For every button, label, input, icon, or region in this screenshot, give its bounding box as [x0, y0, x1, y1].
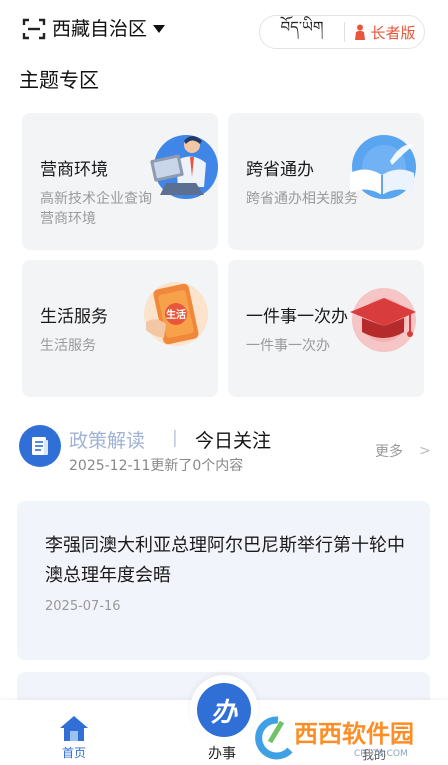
elder-mode-button[interactable]: 长者版: [345, 16, 424, 48]
tab-today-focus[interactable]: 今日关注: [195, 426, 271, 453]
nav-home-label: 首页: [61, 746, 86, 760]
nav-home[interactable]: 首页: [52, 714, 96, 761]
phone-badge-text: 生活: [166, 308, 186, 321]
business-person-icon: [150, 135, 218, 199]
version-switch: བོད་ཡིག 长者版: [259, 15, 425, 49]
chevron-right-icon: >: [419, 443, 431, 459]
policy-doc-icon: [19, 425, 61, 467]
card-title: 跨省通办: [246, 160, 314, 180]
more-link[interactable]: 更多 >: [375, 441, 431, 461]
home-icon: [60, 716, 88, 741]
tab-separator: |: [172, 428, 178, 448]
section-title: 主题专区: [19, 68, 99, 92]
phone-life-icon: 生活: [144, 282, 208, 346]
tibetan-button[interactable]: བོད་ཡིག: [260, 16, 344, 48]
card-title: 营商环境: [40, 160, 108, 180]
caret-down-icon: [153, 24, 166, 33]
region-name: 西藏自治区: [52, 18, 148, 40]
watermark-text: 西西软件园: [294, 720, 414, 748]
card-desc: 高新技术企业查询营商环境: [40, 191, 152, 227]
theme-card-life-service[interactable]: 生活服务 生活服务 生活: [22, 260, 218, 397]
elder-person-icon: [355, 24, 366, 40]
graduation-cap-icon: [350, 288, 416, 352]
watermark-sub: CR173.COM: [354, 749, 408, 759]
card-title: 生活服务: [40, 307, 108, 327]
theme-card-one-thing[interactable]: 一件事一次办 一件事一次办: [228, 260, 424, 397]
service-icon: 办: [210, 697, 237, 728]
tab-policy-interpretation[interactable]: 政策解读: [69, 426, 145, 453]
watermark-logo: 西西软件园 CR173.COM: [255, 716, 414, 760]
open-book-icon: [350, 135, 416, 199]
news-date: 2025-07-16: [45, 599, 121, 614]
news-item[interactable]: 李强同澳大利亚总理阿尔巴尼斯举行第十轮中澳总理年度会晤 2025-07-16: [17, 501, 430, 660]
news-title: 李强同澳大利亚总理阿尔巴尼斯举行第十轮中澳总理年度会晤: [45, 535, 405, 586]
nav-service-button[interactable]: 办: [197, 683, 251, 737]
scan-icon[interactable]: [22, 17, 46, 41]
more-label: 更多: [375, 444, 403, 460]
region-selector[interactable]: 西藏自治区: [52, 14, 166, 41]
top-bar: 西藏自治区 བོད་ཡིག 长者版: [0, 0, 448, 60]
theme-card-business[interactable]: 营商环境 高新技术企业查询营商环境: [22, 113, 218, 250]
document-icon: [32, 437, 48, 455]
update-status: 2025-12-11更新了0个内容: [69, 458, 244, 474]
card-title: 一件事一次办: [246, 307, 348, 327]
elder-mode-label: 长者版: [370, 23, 416, 42]
nav-service-label[interactable]: 办事: [208, 743, 236, 763]
theme-card-cross-province[interactable]: 跨省通办 跨省通办相关服务: [228, 113, 424, 250]
